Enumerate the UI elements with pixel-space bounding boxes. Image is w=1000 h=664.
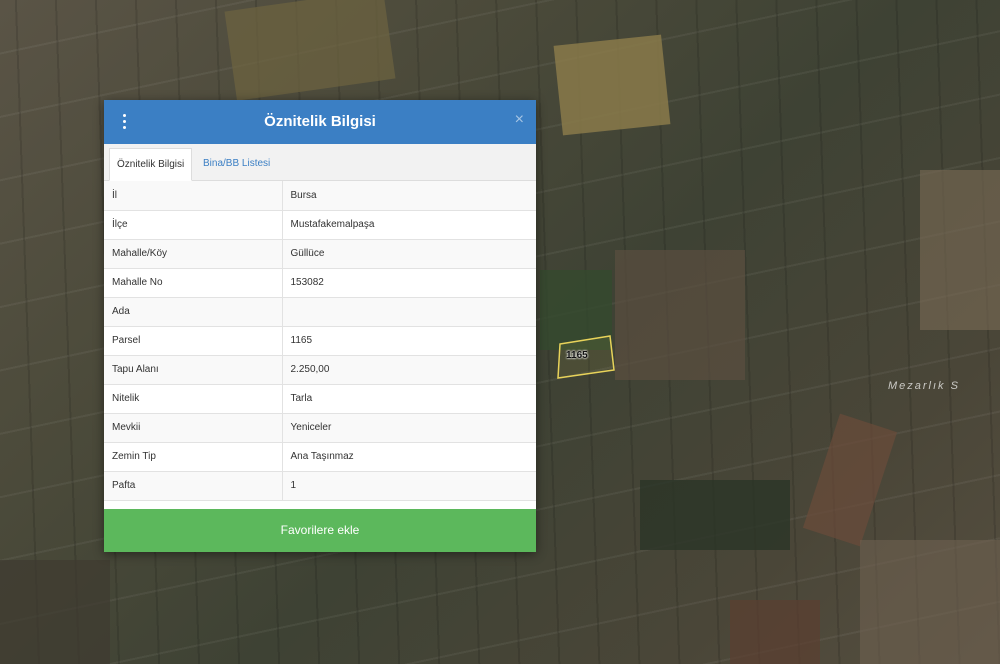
row-key: Mahalle No	[104, 268, 283, 298]
row-value: 2.250,00	[282, 355, 536, 385]
map-field	[0, 560, 110, 664]
parcel-outline[interactable]: 1165	[556, 335, 615, 379]
row-value: Güllüce	[282, 239, 536, 269]
table-row: Mahalle No 153082	[104, 268, 536, 298]
row-value: 1165	[282, 326, 536, 356]
table-row: Parsel 1165	[104, 326, 536, 356]
table-row: Ada	[104, 297, 536, 327]
map-field	[802, 413, 898, 547]
dialog-tabs: Öznitelik Bilgisi Bina/BB Listesi	[104, 144, 536, 181]
row-value: Yeniceler	[282, 413, 536, 443]
row-value: 1	[282, 471, 536, 501]
attribute-table: İl Bursa İlçe Mustafakemalpaşa Mahalle/Köy…	[104, 181, 536, 501]
row-key: Zemin Tip	[104, 442, 283, 472]
row-value: Ana Taşınmaz	[282, 442, 536, 472]
table-row: Zemin Tip Ana Taşınmaz	[104, 442, 536, 472]
row-key: Pafta	[104, 471, 283, 501]
parcel-label: 1165	[566, 350, 588, 361]
row-key: İlçe	[104, 210, 283, 240]
map-field	[553, 34, 671, 136]
map-field	[640, 480, 790, 550]
table-row: Tapu Alanı 2.250,00	[104, 355, 536, 385]
table-row: Pafta 1	[104, 471, 536, 501]
dialog-title: Öznitelik Bilgisi	[264, 113, 376, 130]
row-key: İl	[104, 181, 283, 211]
map-field	[730, 600, 820, 664]
close-icon[interactable]: ×	[515, 112, 524, 128]
row-value: 153082	[282, 268, 536, 298]
map-field	[920, 170, 1000, 330]
map-field	[615, 250, 745, 380]
row-key: Parsel	[104, 326, 283, 356]
add-to-favorites-button[interactable]: Favorilere ekle	[104, 509, 536, 552]
row-value: Tarla	[282, 384, 536, 414]
map-field	[224, 0, 396, 101]
row-key: Ada	[104, 297, 283, 327]
attribute-info-dialog: Öznitelik Bilgisi × Öznitelik Bilgisi Bi…	[104, 100, 536, 552]
row-key: Mahalle/Köy	[104, 239, 283, 269]
table-row: Mahalle/Köy Güllüce	[104, 239, 536, 269]
row-value	[282, 297, 536, 327]
tab-attribute-info[interactable]: Öznitelik Bilgisi	[109, 148, 193, 181]
table-row: Nitelik Tarla	[104, 384, 536, 414]
row-key: Nitelik	[104, 384, 283, 414]
table-row: İlçe Mustafakemalpaşa	[104, 210, 536, 240]
row-value: Bursa	[282, 181, 536, 211]
row-key: Tapu Alanı	[104, 355, 283, 385]
row-key: Mevkii	[104, 413, 283, 443]
map-place-label: Mezarlık S	[888, 380, 960, 392]
tab-building-list[interactable]: Bina/BB Listesi	[196, 148, 277, 180]
row-value: Mustafakemalpaşa	[282, 210, 536, 240]
table-row: İl Bursa	[104, 181, 536, 211]
table-row: Mevkii Yeniceler	[104, 413, 536, 443]
map-field	[860, 540, 1000, 664]
dialog-header: Öznitelik Bilgisi ×	[104, 100, 536, 144]
